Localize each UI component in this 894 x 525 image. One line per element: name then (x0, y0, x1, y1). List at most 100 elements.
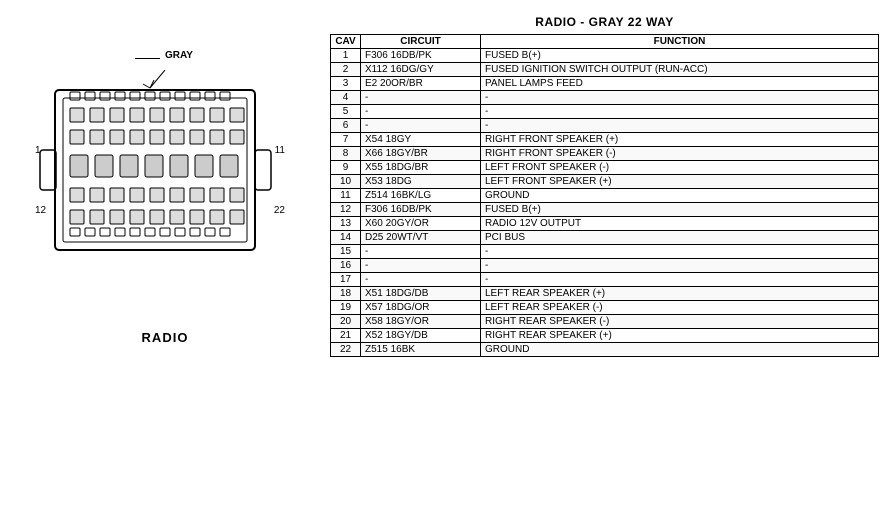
table-title: RADIO - GRAY 22 WAY (330, 15, 879, 29)
table-row: 15-- (331, 245, 879, 259)
cell-cav: 3 (331, 77, 361, 91)
cell-cav: 14 (331, 231, 361, 245)
table-row: 6-- (331, 119, 879, 133)
cell-function: - (481, 259, 879, 273)
cell-function: RADIO 12V OUTPUT (481, 217, 879, 231)
label-11: 11 (275, 145, 285, 156)
cell-function: PCI BUS (481, 231, 879, 245)
cell-circuit: X58 18GY/OR (361, 315, 481, 329)
cell-function: - (481, 273, 879, 287)
cell-function: FUSED B(+) (481, 203, 879, 217)
right-panel: RADIO - GRAY 22 WAY CAV CIRCUIT FUNCTION… (320, 10, 884, 515)
cell-circuit: X52 18GY/DB (361, 329, 481, 343)
table-row: 12F306 16DB/PKFUSED B(+) (331, 203, 879, 217)
cell-cav: 8 (331, 147, 361, 161)
wiring-table: CAV CIRCUIT FUNCTION 1F306 16DB/PKFUSED … (330, 34, 879, 357)
cell-function: RIGHT FRONT SPEAKER (+) (481, 133, 879, 147)
cell-function: LEFT REAR SPEAKER (+) (481, 287, 879, 301)
cell-function: LEFT FRONT SPEAKER (-) (481, 161, 879, 175)
table-row: 1F306 16DB/PKFUSED B(+) (331, 49, 879, 63)
table-row: 3E2 20OR/BRPANEL LAMPS FEED (331, 77, 879, 91)
gray-label: GRAY (165, 50, 193, 61)
cell-circuit: - (361, 259, 481, 273)
cell-circuit: Z514 16BK/LG (361, 189, 481, 203)
cell-function: RIGHT REAR SPEAKER (-) (481, 315, 879, 329)
table-row: 2X112 16DG/GYFUSED IGNITION SWITCH OUTPU… (331, 63, 879, 77)
cell-circuit: - (361, 105, 481, 119)
table-row: 10X53 18DGLEFT FRONT SPEAKER (+) (331, 175, 879, 189)
cell-cav: 22 (331, 343, 361, 357)
col-header-cav: CAV (331, 35, 361, 49)
cell-cav: 18 (331, 287, 361, 301)
table-row: 21X52 18GY/DBRIGHT REAR SPEAKER (+) (331, 329, 879, 343)
table-row: 17-- (331, 273, 879, 287)
label-12: 12 (35, 205, 46, 216)
col-header-circuit: CIRCUIT (361, 35, 481, 49)
table-row: 11Z514 16BK/LGGROUND (331, 189, 879, 203)
cell-circuit: X66 18GY/BR (361, 147, 481, 161)
cell-cav: 4 (331, 91, 361, 105)
cell-cav: 2 (331, 63, 361, 77)
cell-circuit: Z515 16BK (361, 343, 481, 357)
table-row: 19X57 18DG/ORLEFT REAR SPEAKER (-) (331, 301, 879, 315)
cell-circuit: F306 16DB/PK (361, 49, 481, 63)
cell-circuit: - (361, 245, 481, 259)
col-header-function: FUNCTION (481, 35, 879, 49)
cell-function: LEFT FRONT SPEAKER (+) (481, 175, 879, 189)
cell-cav: 11 (331, 189, 361, 203)
cell-cav: 12 (331, 203, 361, 217)
cell-circuit: X57 18DG/OR (361, 301, 481, 315)
cell-circuit: X51 18DG/DB (361, 287, 481, 301)
cell-cav: 13 (331, 217, 361, 231)
cell-function: FUSED IGNITION SWITCH OUTPUT (RUN-ACC) (481, 63, 879, 77)
table-row: 7X54 18GYRIGHT FRONT SPEAKER (+) (331, 133, 879, 147)
table-row: 14D25 20WT/VTPCI BUS (331, 231, 879, 245)
cell-function: PANEL LAMPS FEED (481, 77, 879, 91)
label-22: 22 (274, 205, 285, 216)
cell-circuit: F306 16DB/PK (361, 203, 481, 217)
cell-cav: 19 (331, 301, 361, 315)
cell-cav: 7 (331, 133, 361, 147)
cell-function: LEFT REAR SPEAKER (-) (481, 301, 879, 315)
table-row: 4-- (331, 91, 879, 105)
label-1: 1 (35, 145, 41, 156)
table-row: 16-- (331, 259, 879, 273)
cell-circuit: X54 18GY (361, 133, 481, 147)
cell-circuit: - (361, 91, 481, 105)
table-row: 22Z515 16BKGROUND (331, 343, 879, 357)
cell-function: - (481, 119, 879, 133)
radio-label: RADIO (142, 330, 189, 345)
cell-function: - (481, 105, 879, 119)
cell-function: FUSED B(+) (481, 49, 879, 63)
table-row: 8X66 18GY/BRRIGHT FRONT SPEAKER (-) (331, 147, 879, 161)
cell-circuit: X60 20GY/OR (361, 217, 481, 231)
cell-circuit: - (361, 119, 481, 133)
cell-cav: 21 (331, 329, 361, 343)
cell-cav: 20 (331, 315, 361, 329)
cell-function: RIGHT FRONT SPEAKER (-) (481, 147, 879, 161)
cell-cav: 5 (331, 105, 361, 119)
table-row: 13X60 20GY/ORRADIO 12V OUTPUT (331, 217, 879, 231)
cell-circuit: X55 18DG/BR (361, 161, 481, 175)
connector-diagram: GRAY 1 11 12 22 (35, 40, 295, 320)
cell-cav: 17 (331, 273, 361, 287)
cell-circuit: E2 20OR/BR (361, 77, 481, 91)
cell-circuit: - (361, 273, 481, 287)
table-row: 5-- (331, 105, 879, 119)
cell-function: GROUND (481, 343, 879, 357)
left-panel: GRAY 1 11 12 22 (10, 10, 320, 515)
cell-circuit: X112 16DG/GY (361, 63, 481, 77)
cell-cav: 1 (331, 49, 361, 63)
cell-circuit: X53 18DG (361, 175, 481, 189)
cell-function: RIGHT REAR SPEAKER (+) (481, 329, 879, 343)
cell-function: GROUND (481, 189, 879, 203)
cell-cav: 16 (331, 259, 361, 273)
cell-function: - (481, 91, 879, 105)
cell-circuit: D25 20WT/VT (361, 231, 481, 245)
cell-cav: 15 (331, 245, 361, 259)
table-row: 9X55 18DG/BRLEFT FRONT SPEAKER (-) (331, 161, 879, 175)
connector-svg (35, 70, 295, 273)
cell-function: - (481, 245, 879, 259)
table-row: 20X58 18GY/ORRIGHT REAR SPEAKER (-) (331, 315, 879, 329)
table-row: 18X51 18DG/DBLEFT REAR SPEAKER (+) (331, 287, 879, 301)
